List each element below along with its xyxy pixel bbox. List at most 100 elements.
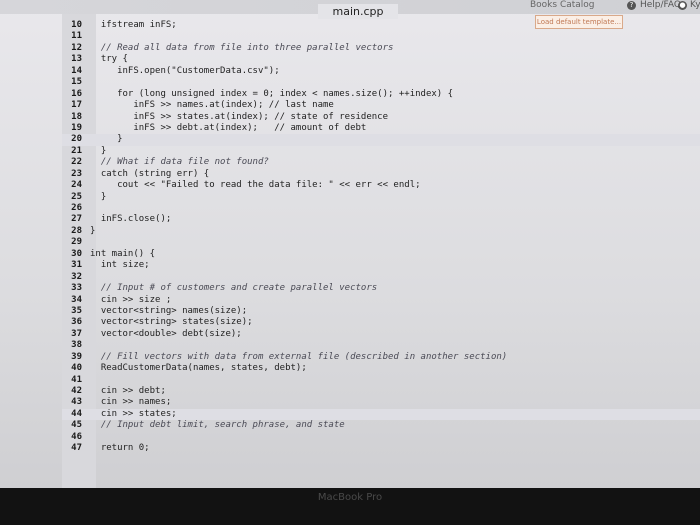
code-text[interactable]: }: [90, 134, 122, 145]
line-number: 26: [71, 203, 82, 213]
code-text[interactable]: try {: [90, 54, 128, 65]
code-text[interactable]: inFS >> debt.at(index); // amount of deb…: [90, 123, 366, 134]
code-line[interactable]: 36 vector<string> states(size);: [62, 317, 700, 328]
code-text[interactable]: cin >> debt;: [90, 386, 166, 397]
line-number: 34: [71, 294, 82, 305]
code-text[interactable]: // What if data file not found?: [90, 157, 269, 168]
line-number: 44: [71, 408, 82, 419]
code-line[interactable]: 18 inFS >> states.at(index); // state of…: [62, 112, 700, 123]
line-number: 29: [71, 237, 82, 248]
code-line[interactable]: 30 int main() {: [62, 249, 700, 260]
code-line[interactable]: 21 }: [62, 146, 700, 157]
code-text[interactable]: ifstream inFS;: [90, 20, 177, 31]
line-number: 28: [71, 225, 82, 236]
code-text[interactable]: return 0;: [90, 443, 150, 454]
code-text[interactable]: cin >> size ;: [90, 295, 171, 306]
code-text[interactable]: // Read all data from file into three pa…: [90, 43, 394, 54]
laptop-bezel: MacBook Pro: [0, 488, 700, 525]
line-number: 20: [71, 134, 82, 145]
file-title-tab[interactable]: main.cpp: [318, 4, 398, 19]
code-line[interactable]: 40 ReadCustomerData(names, states, debt)…: [62, 363, 700, 374]
line-number: 30: [71, 248, 82, 259]
line-number: 21: [71, 145, 82, 156]
books-catalog-link[interactable]: Books Catalog: [530, 0, 595, 10]
line-number: 33: [71, 283, 82, 294]
code-line[interactable]: 14 inFS.open("CustomerData.csv");: [62, 66, 700, 77]
user-icon[interactable]: ●: [678, 1, 687, 10]
code-text[interactable]: cin >> names;: [90, 397, 171, 408]
code-text[interactable]: // Input # of customers and create paral…: [90, 283, 377, 294]
line-number: 17: [71, 100, 82, 111]
device-brand-label: MacBook Pro: [317, 492, 383, 503]
code-line[interactable]: 10 ifstream inFS;: [62, 20, 700, 31]
code-line[interactable]: 41: [62, 375, 700, 386]
code-line[interactable]: 12 // Read all data from file into three…: [62, 43, 700, 54]
code-text[interactable]: cin >> states;: [90, 409, 177, 420]
code-line[interactable]: 28}: [62, 226, 700, 237]
code-line[interactable]: 16 for (long unsigned index = 0; index <…: [62, 89, 700, 100]
line-number: 13: [71, 54, 82, 65]
code-text[interactable]: vector<double> debt(size);: [90, 329, 242, 340]
code-line[interactable]: 17 inFS >> names.at(index); // last name: [62, 100, 700, 111]
code-line[interactable]: 29: [62, 237, 700, 248]
code-line[interactable]: 32: [62, 272, 700, 283]
line-number: 23: [71, 168, 82, 179]
code-line[interactable]: 43 cin >> names;: [62, 397, 700, 408]
line-number: 24: [71, 180, 82, 191]
line-number: 42: [71, 386, 82, 396]
code-text[interactable]: ReadCustomerData(names, states, debt);: [90, 363, 307, 374]
code-text[interactable]: inFS >> states.at(index); // state of re…: [90, 112, 388, 123]
code-line[interactable]: 46: [62, 432, 700, 443]
code-line[interactable]: 47 return 0;: [62, 443, 700, 454]
code-line[interactable]: 45 // Input debt limit, search phrase, a…: [62, 420, 700, 431]
code-line[interactable]: 34 cin >> size ;: [62, 295, 700, 306]
code-line[interactable]: 22 // What if data file not found?: [62, 157, 700, 168]
line-number: 14: [71, 65, 82, 76]
code-line[interactable]: 15: [62, 77, 700, 88]
code-line[interactable]: 42 cin >> debt;: [62, 386, 700, 397]
code-line[interactable]: 19 inFS >> debt.at(index); // amount of …: [62, 123, 700, 134]
code-text[interactable]: int main() {: [90, 249, 155, 260]
code-line[interactable]: 23 catch (string err) {: [62, 169, 700, 180]
line-number: 41: [71, 374, 82, 385]
code-text[interactable]: for (long unsigned index = 0; index < na…: [90, 89, 453, 100]
code-text[interactable]: // Fill vectors with data from external …: [90, 352, 507, 363]
line-number: 22: [71, 157, 82, 168]
line-number: 27: [71, 214, 82, 225]
code-line[interactable]: 31 int size;: [62, 260, 700, 271]
code-text[interactable]: }: [90, 192, 106, 203]
code-editor[interactable]: 10 ifstream inFS; 11 12 // Read all data f…: [62, 20, 700, 455]
code-line[interactable]: 37 vector<double> debt(size);: [62, 329, 700, 340]
code-line[interactable]: 35 vector<string> names(size);: [62, 306, 700, 317]
code-line[interactable]: 39 // Fill vectors with data from extern…: [62, 352, 700, 363]
help-faq-link[interactable]: Help/FAQ: [640, 0, 681, 10]
code-line[interactable]: 38: [62, 340, 700, 351]
code-line[interactable]: 11: [62, 31, 700, 42]
code-line[interactable]: 20 }: [62, 134, 700, 146]
code-line[interactable]: 24 cout << "Failed to read the data file…: [62, 180, 700, 191]
code-text[interactable]: }: [90, 226, 95, 237]
code-line[interactable]: 33 // Input # of customers and create pa…: [62, 283, 700, 294]
line-number: 15: [71, 77, 82, 88]
line-number: 32: [71, 271, 82, 282]
user-menu-link[interactable]: Kyl: [690, 0, 700, 10]
code-text[interactable]: inFS >> names.at(index); // last name: [90, 100, 334, 111]
line-number: 12: [71, 42, 82, 53]
code-text[interactable]: }: [90, 146, 106, 157]
code-text[interactable]: cout << "Failed to read the data file: "…: [90, 180, 420, 191]
code-text[interactable]: inFS.close();: [90, 214, 171, 225]
help-icon[interactable]: ?: [627, 1, 636, 10]
code-text[interactable]: vector<string> states(size);: [90, 317, 253, 328]
line-number: 43: [71, 397, 82, 408]
code-line[interactable]: 25 }: [62, 192, 700, 203]
line-number: 31: [71, 260, 82, 271]
code-text[interactable]: catch (string err) {: [90, 169, 209, 180]
code-line[interactable]: 44 cin >> states;: [62, 408, 700, 421]
code-line[interactable]: 27 inFS.close();: [62, 214, 700, 225]
code-text[interactable]: inFS.open("CustomerData.csv");: [90, 66, 280, 77]
code-text[interactable]: int size;: [90, 260, 150, 271]
code-line[interactable]: 26: [62, 203, 700, 214]
code-text[interactable]: // Input debt limit, search phrase, and …: [90, 420, 345, 431]
code-line[interactable]: 13 try {: [62, 54, 700, 65]
code-text[interactable]: vector<string> names(size);: [90, 306, 247, 317]
